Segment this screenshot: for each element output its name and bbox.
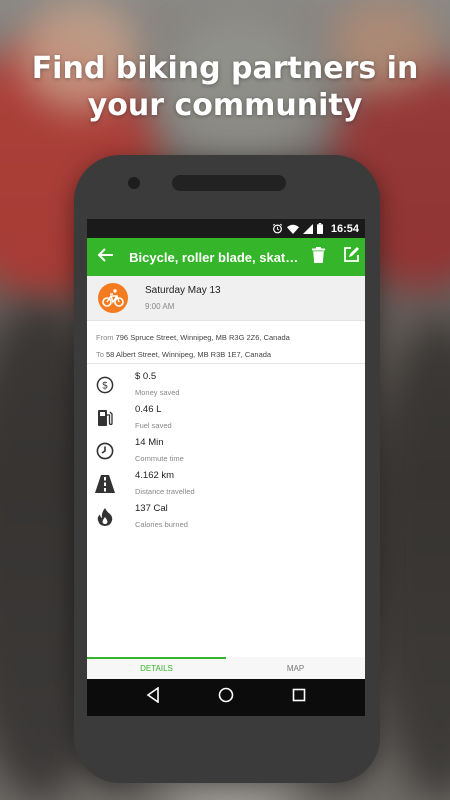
- promo-headline: Find biking partners in your community: [0, 50, 450, 124]
- stat-label: Money saved: [135, 388, 180, 397]
- dollar-icon: $: [87, 370, 122, 403]
- stat-label: Commute time: [135, 454, 184, 463]
- stat-fuel-saved: 0.46 L Fuel saved: [87, 403, 365, 436]
- trip-date-header: Saturday May 13 9:00 AM: [87, 276, 365, 321]
- back-button[interactable]: [89, 238, 120, 276]
- back-triangle-icon: [146, 686, 160, 708]
- phone-camera: [128, 177, 140, 189]
- stat-money-saved: $ $ 0.5 Money saved: [87, 370, 365, 403]
- tab-details[interactable]: DETAILS: [87, 657, 226, 679]
- svg-text:$: $: [101, 381, 107, 392]
- stat-value: 4.162 km: [135, 470, 175, 481]
- from-address: 796 Spruce Street, Winnipeg, MB R3G 2Z6,…: [115, 333, 290, 342]
- status-bar: 16:54: [87, 219, 365, 238]
- route-from: From 796 Spruce Street, Winnipeg, MB R3G…: [96, 329, 365, 346]
- signal-icon: [302, 223, 313, 234]
- stat-label: Distance travelled: [135, 487, 195, 496]
- trash-icon: [311, 246, 325, 268]
- trip-date: Saturday May 13: [145, 284, 221, 296]
- fuel-pump-icon: [87, 403, 122, 436]
- arrow-left-icon: [96, 247, 114, 268]
- stat-calories: 137 Cal Calories burned: [87, 502, 365, 535]
- trip-time: 9:00 AM: [145, 301, 175, 311]
- status-time: 16:54: [330, 222, 359, 235]
- to-address: 58 Albert Street, Winnipeg, MB R3B 1E7, …: [106, 350, 272, 359]
- recents-square-icon: [292, 688, 306, 707]
- nav-home-button[interactable]: [211, 683, 241, 713]
- stat-value: 137 Cal: [135, 503, 168, 514]
- phone-speaker: [172, 175, 286, 191]
- battery-icon: [316, 223, 323, 234]
- phone-screen: 16:54 Bicycle, roller blade, skateboard …: [87, 219, 365, 716]
- headline-line-2: your community: [87, 88, 363, 123]
- route-block: From 796 Spruce Street, Winnipeg, MB R3G…: [87, 321, 365, 364]
- system-nav-bar: [87, 679, 365, 716]
- tab-bar: DETAILS MAP: [87, 657, 365, 679]
- nav-back-button[interactable]: [138, 683, 168, 713]
- stat-label: Calories burned: [135, 520, 188, 529]
- nav-recents-button[interactable]: [284, 683, 314, 713]
- stat-value: 0.46 L: [135, 404, 162, 415]
- stat-label: Fuel saved: [135, 421, 172, 430]
- edit-icon: [343, 246, 360, 268]
- edit-button[interactable]: [338, 238, 365, 276]
- stat-commute-time: 14 Min Commute time: [87, 436, 365, 469]
- app-bar: Bicycle, roller blade, skateboard: [87, 238, 365, 276]
- wifi-icon: [286, 224, 299, 234]
- trip-stats-list: $ $ 0.5 Money saved 0.46 L Fuel saved 14…: [87, 364, 365, 535]
- app-bar-title: Bicycle, roller blade, skateboard: [129, 249, 304, 265]
- flame-icon: [87, 502, 122, 535]
- stat-value: $ 0.5: [135, 371, 157, 382]
- clock-icon: [87, 436, 122, 469]
- home-circle-icon: [218, 687, 234, 708]
- to-label: To: [96, 350, 104, 359]
- alarm-icon: [272, 223, 283, 234]
- stat-value: 14 Min: [135, 437, 164, 448]
- from-label: From: [96, 333, 114, 342]
- tab-map[interactable]: MAP: [226, 657, 365, 679]
- delete-button[interactable]: [304, 238, 331, 276]
- road-icon: [87, 469, 122, 502]
- bicycle-icon: [98, 283, 128, 313]
- route-to: To 58 Albert Street, Winnipeg, MB R3B 1E…: [96, 346, 365, 363]
- headline-line-1: Find biking partners in: [31, 51, 419, 86]
- stat-distance: 4.162 km Distance travelled: [87, 469, 365, 502]
